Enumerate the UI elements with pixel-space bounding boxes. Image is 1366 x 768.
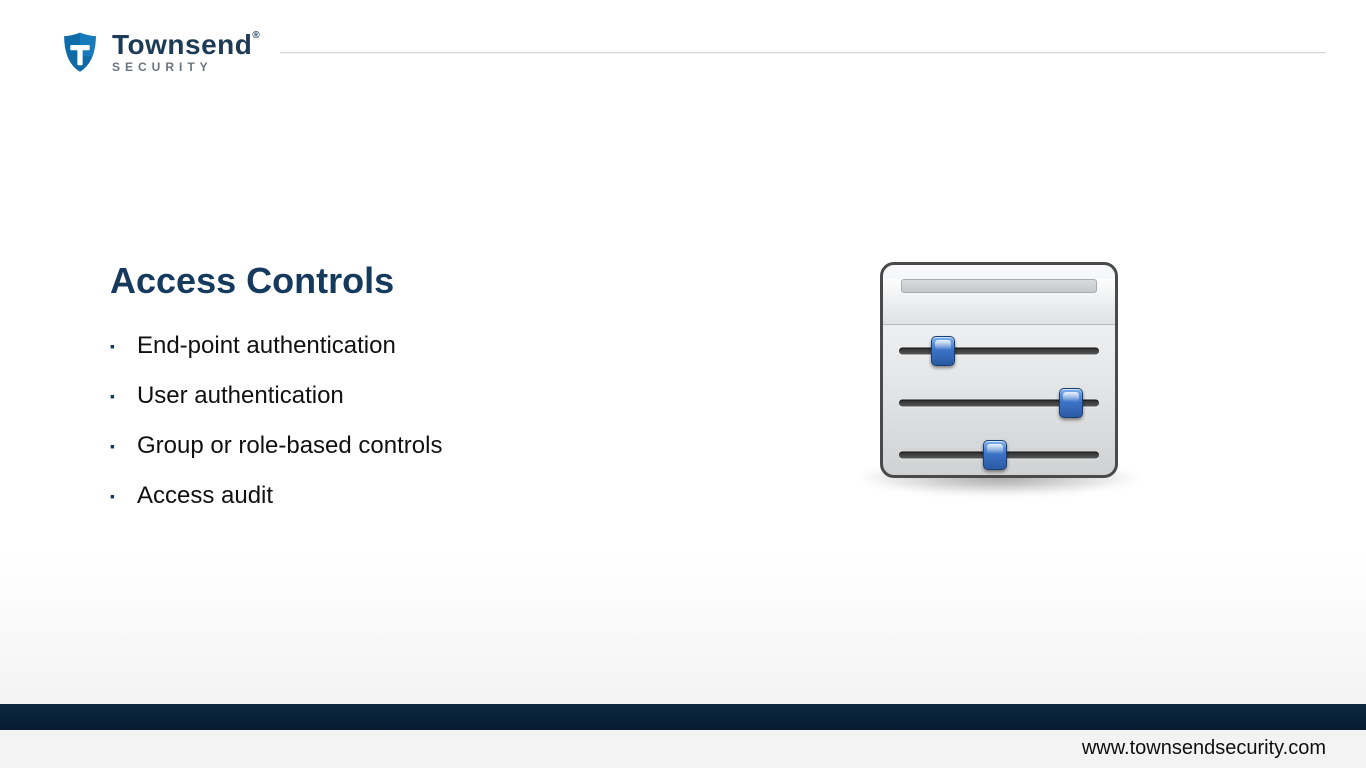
shield-t-icon xyxy=(58,30,102,74)
company-logo: Townsend® SECURITY xyxy=(58,30,260,74)
logo-subbrand: SECURITY xyxy=(112,61,260,73)
slider-knob-icon xyxy=(983,440,1007,470)
slide-title: Access Controls xyxy=(110,260,1306,302)
list-item: User authentication xyxy=(110,382,1306,410)
list-item-text: End-point authentication xyxy=(137,332,396,360)
slider-knob-icon xyxy=(1059,388,1083,418)
slider-row-3 xyxy=(899,429,1099,478)
panel-header xyxy=(883,279,1115,325)
logo-brand: Townsend® xyxy=(112,31,260,59)
list-item-text: Access audit xyxy=(137,482,273,510)
list-item-text: Group or role-based controls xyxy=(137,432,442,460)
sliders-panel-icon xyxy=(880,262,1118,478)
header-divider xyxy=(280,52,1326,53)
list-item: Group or role-based controls xyxy=(110,432,1306,460)
slider-row-1 xyxy=(899,325,1099,377)
logo-text: Townsend® SECURITY xyxy=(112,31,260,73)
slider-knob-icon xyxy=(931,336,955,366)
panel-titlebar xyxy=(901,279,1097,293)
slider-row-2 xyxy=(899,377,1099,429)
slide-header: Townsend® SECURITY xyxy=(0,30,1366,74)
footer-accent-bar xyxy=(0,704,1366,730)
slider-track xyxy=(899,348,1099,355)
sliders-illustration xyxy=(880,262,1118,478)
list-item-text: User authentication xyxy=(137,382,344,410)
list-item: End-point authentication xyxy=(110,332,1306,360)
footer-url: www.townsendsecurity.com xyxy=(1082,737,1326,760)
